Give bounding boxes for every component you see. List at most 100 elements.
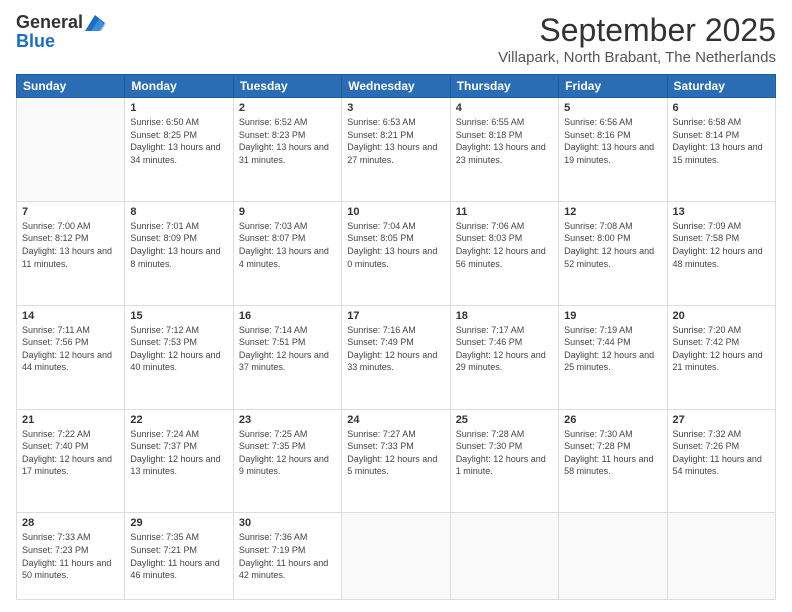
calendar-cell: 21Sunrise: 7:22 AMSunset: 7:40 PMDayligh… (17, 409, 125, 513)
day-number: 23 (239, 414, 336, 426)
col-header-saturday: Saturday (667, 75, 775, 98)
day-number: 27 (673, 414, 770, 426)
calendar-cell: 10 Sunrise: 7:04 AMSunset: 8:05 PMDayligh… (342, 201, 450, 305)
col-header-wednesday: Wednesday (342, 75, 450, 98)
cell-info: Sunrise: 7:20 AMSunset: 7:42 PMDaylight:… (673, 324, 770, 374)
calendar-week-3: 14 Sunrise: 7:11 AMSunset: 7:56 PMDayligh… (17, 305, 776, 409)
cell-info: Sunrise: 7:25 AMSunset: 7:35 PMDaylight:… (239, 428, 336, 478)
day-number: 9 (239, 206, 336, 218)
month-title: September 2025 (498, 12, 776, 49)
day-number: 1 (130, 102, 227, 114)
cell-info: Sunrise: 7:00 AMSunset: 8:12 PMDaylight:… (22, 220, 119, 270)
calendar-cell: 2 Sunrise: 6:52 AMSunset: 8:23 PMDaylight… (233, 98, 341, 202)
cell-info: Sunrise: 7:16 AMSunset: 7:49 PMDaylight:… (347, 324, 444, 374)
logo-general: General (16, 12, 83, 33)
cell-info: Sunrise: 7:08 AMSunset: 8:00 PMDaylight:… (564, 220, 661, 270)
cell-info: Sunrise: 7:19 AMSunset: 7:44 PMDaylight:… (564, 324, 661, 374)
cell-info: Sunrise: 7:14 AMSunset: 7:51 PMDaylight:… (239, 324, 336, 374)
calendar-cell: 13Sunrise: 7:09 AMSunset: 7:58 PMDayligh… (667, 201, 775, 305)
calendar-cell: 5 Sunrise: 6:56 AMSunset: 8:16 PMDaylight… (559, 98, 667, 202)
day-number: 8 (130, 206, 227, 218)
calendar-cell: 27 Sunrise: 7:32 AMSunset: 7:26 PMDayligh… (667, 409, 775, 513)
calendar-week-5: 28 Sunrise: 7:33 AMSunset: 7:23 PMDayligh… (17, 513, 776, 600)
calendar-cell: 19 Sunrise: 7:19 AMSunset: 7:44 PMDayligh… (559, 305, 667, 409)
logo-icon (85, 15, 105, 31)
calendar-cell: 20 Sunrise: 7:20 AMSunset: 7:42 PMDayligh… (667, 305, 775, 409)
cell-info: Sunrise: 6:53 AMSunset: 8:21 PMDaylight:… (347, 116, 444, 166)
day-number: 21 (22, 414, 119, 426)
calendar-cell: 26 Sunrise: 7:30 AMSunset: 7:28 PMDayligh… (559, 409, 667, 513)
cell-info: Sunrise: 7:17 AMSunset: 7:46 PMDaylight:… (456, 324, 553, 374)
cell-info: Sunrise: 7:04 AMSunset: 8:05 PMDaylight:… (347, 220, 444, 270)
calendar-cell: 7 Sunrise: 7:00 AMSunset: 8:12 PMDaylight… (17, 201, 125, 305)
title-block: September 2025 Villapark, North Brabant,… (498, 12, 776, 66)
day-number: 17 (347, 310, 444, 322)
day-number: 14 (22, 310, 119, 322)
calendar-header-row: SundayMondayTuesdayWednesdayThursdayFrid… (17, 75, 776, 98)
logo: General Blue (16, 12, 105, 52)
day-number: 7 (22, 206, 119, 218)
calendar-cell: 3Sunrise: 6:53 AMSunset: 8:21 PMDaylight… (342, 98, 450, 202)
calendar-week-2: 7 Sunrise: 7:00 AMSunset: 8:12 PMDaylight… (17, 201, 776, 305)
cell-info: Sunrise: 7:11 AMSunset: 7:56 PMDaylight:… (22, 324, 119, 374)
cell-info: Sunrise: 6:55 AMSunset: 8:18 PMDaylight:… (456, 116, 553, 166)
logo-blue: Blue (16, 31, 105, 52)
col-header-monday: Monday (125, 75, 233, 98)
calendar-cell: 12Sunrise: 7:08 AMSunset: 8:00 PMDayligh… (559, 201, 667, 305)
day-number: 19 (564, 310, 661, 322)
cell-info: Sunrise: 7:24 AMSunset: 7:37 PMDaylight:… (130, 428, 227, 478)
calendar-cell: 15 Sunrise: 7:12 AMSunset: 7:53 PMDayligh… (125, 305, 233, 409)
col-header-thursday: Thursday (450, 75, 558, 98)
day-number: 15 (130, 310, 227, 322)
cell-info: Sunrise: 7:06 AMSunset: 8:03 PMDaylight:… (456, 220, 553, 270)
calendar-cell: 4 Sunrise: 6:55 AMSunset: 8:18 PMDaylight… (450, 98, 558, 202)
day-number: 2 (239, 102, 336, 114)
calendar-cell: 16 Sunrise: 7:14 AMSunset: 7:51 PMDayligh… (233, 305, 341, 409)
day-number: 16 (239, 310, 336, 322)
col-header-friday: Friday (559, 75, 667, 98)
calendar-cell: 30 Sunrise: 7:36 AMSunset: 7:19 PMDayligh… (233, 513, 341, 600)
calendar-cell: 18Sunrise: 7:17 AMSunset: 7:46 PMDayligh… (450, 305, 558, 409)
day-number: 29 (130, 517, 227, 529)
day-number: 4 (456, 102, 553, 114)
calendar-cell: 22 Sunrise: 7:24 AMSunset: 7:37 PMDayligh… (125, 409, 233, 513)
cell-info: Sunrise: 7:12 AMSunset: 7:53 PMDaylight:… (130, 324, 227, 374)
calendar-cell: 14 Sunrise: 7:11 AMSunset: 7:56 PMDayligh… (17, 305, 125, 409)
day-number: 26 (564, 414, 661, 426)
day-number: 28 (22, 517, 119, 529)
calendar-cell: 24Sunrise: 7:27 AMSunset: 7:33 PMDayligh… (342, 409, 450, 513)
calendar-cell (559, 513, 667, 600)
cell-info: Sunrise: 7:30 AMSunset: 7:28 PMDaylight:… (564, 428, 661, 478)
cell-info: Sunrise: 7:01 AMSunset: 8:09 PMDaylight:… (130, 220, 227, 270)
calendar-cell: 17 Sunrise: 7:16 AMSunset: 7:49 PMDayligh… (342, 305, 450, 409)
cell-info: Sunrise: 7:36 AMSunset: 7:19 PMDaylight:… (239, 531, 336, 581)
day-number: 10 (347, 206, 444, 218)
day-number: 30 (239, 517, 336, 529)
calendar-cell: 8 Sunrise: 7:01 AMSunset: 8:09 PMDaylight… (125, 201, 233, 305)
calendar-cell: 1 Sunrise: 6:50 AMSunset: 8:25 PMDaylight… (125, 98, 233, 202)
calendar-cell (17, 98, 125, 202)
cell-info: Sunrise: 7:28 AMSunset: 7:30 PMDaylight:… (456, 428, 553, 478)
day-number: 5 (564, 102, 661, 114)
calendar-table: SundayMondayTuesdayWednesdayThursdayFrid… (16, 74, 776, 600)
calendar-week-4: 21Sunrise: 7:22 AMSunset: 7:40 PMDayligh… (17, 409, 776, 513)
calendar-cell (667, 513, 775, 600)
cell-info: Sunrise: 7:27 AMSunset: 7:33 PMDaylight:… (347, 428, 444, 478)
day-number: 22 (130, 414, 227, 426)
calendar-cell: 29Sunrise: 7:35 AMSunset: 7:21 PMDayligh… (125, 513, 233, 600)
location: Villapark, North Brabant, The Netherland… (498, 49, 776, 66)
day-number: 11 (456, 206, 553, 218)
calendar-cell (342, 513, 450, 600)
calendar-cell: 11 Sunrise: 7:06 AMSunset: 8:03 PMDayligh… (450, 201, 558, 305)
day-number: 25 (456, 414, 553, 426)
cell-info: Sunrise: 6:56 AMSunset: 8:16 PMDaylight:… (564, 116, 661, 166)
col-header-tuesday: Tuesday (233, 75, 341, 98)
day-number: 20 (673, 310, 770, 322)
cell-info: Sunrise: 7:33 AMSunset: 7:23 PMDaylight:… (22, 531, 119, 581)
calendar-cell: 25 Sunrise: 7:28 AMSunset: 7:30 PMDayligh… (450, 409, 558, 513)
cell-info: Sunrise: 6:52 AMSunset: 8:23 PMDaylight:… (239, 116, 336, 166)
cell-info: Sunrise: 6:50 AMSunset: 8:25 PMDaylight:… (130, 116, 227, 166)
day-number: 6 (673, 102, 770, 114)
cell-info: Sunrise: 6:58 AMSunset: 8:14 PMDaylight:… (673, 116, 770, 166)
cell-info: Sunrise: 7:32 AMSunset: 7:26 PMDaylight:… (673, 428, 770, 478)
